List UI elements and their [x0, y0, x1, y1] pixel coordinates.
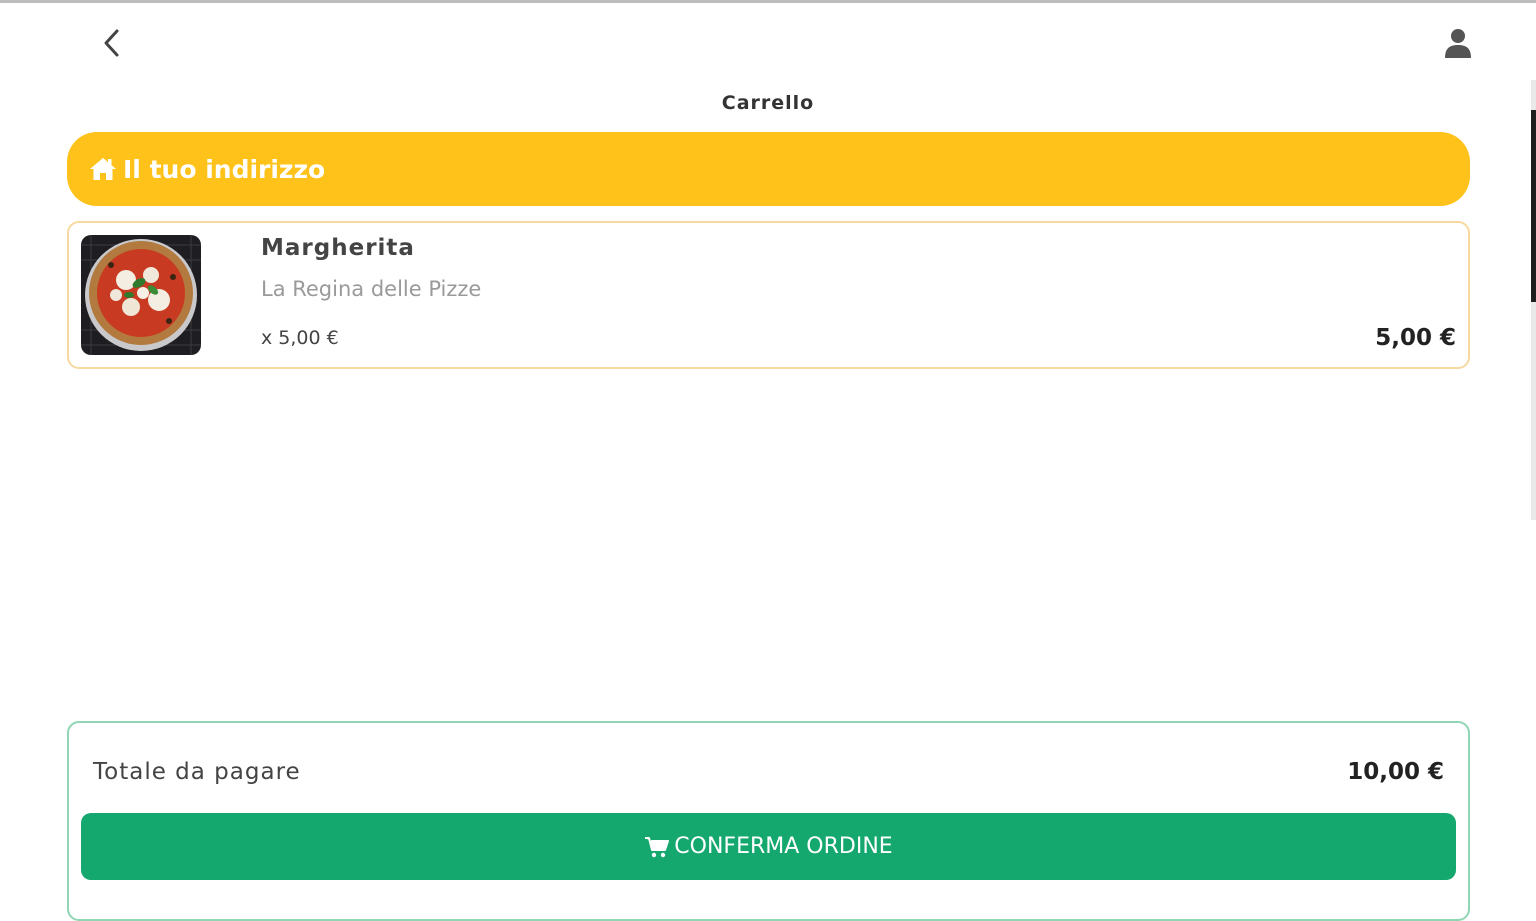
cart-item: Margherita La Regina delle Pizze x 5,00 … [67, 221, 1470, 369]
address-button[interactable]: Il tuo indirizzo [67, 132, 1470, 206]
back-button[interactable] [96, 25, 128, 61]
order-summary: Totale da pagare 10,00 € CONFERMA ORDINE [67, 721, 1470, 921]
app-header [0, 3, 1536, 83]
pizza-margherita-image [81, 235, 201, 355]
user-icon [1445, 29, 1471, 58]
confirm-order-button[interactable]: CONFERMA ORDINE [81, 813, 1456, 880]
page-title: Carrello [721, 92, 815, 114]
total-amount: 10,00 € [1347, 759, 1444, 785]
chevron-left-icon [104, 29, 119, 57]
item-total-price: 5,00 € [1375, 325, 1456, 351]
item-restaurant: La Regina delle Pizze [261, 277, 482, 301]
cart-icon [644, 836, 670, 858]
scrollbar-thumb[interactable] [1531, 110, 1536, 302]
item-name: Margherita [261, 235, 415, 261]
user-profile-button[interactable] [1440, 23, 1476, 63]
item-unit-price: x 5,00 € [261, 327, 339, 349]
address-label: Il tuo indirizzo [123, 154, 326, 184]
home-icon [90, 158, 116, 180]
confirm-order-label: CONFERMA ORDINE [674, 834, 893, 859]
total-label: Totale da pagare [93, 759, 301, 785]
